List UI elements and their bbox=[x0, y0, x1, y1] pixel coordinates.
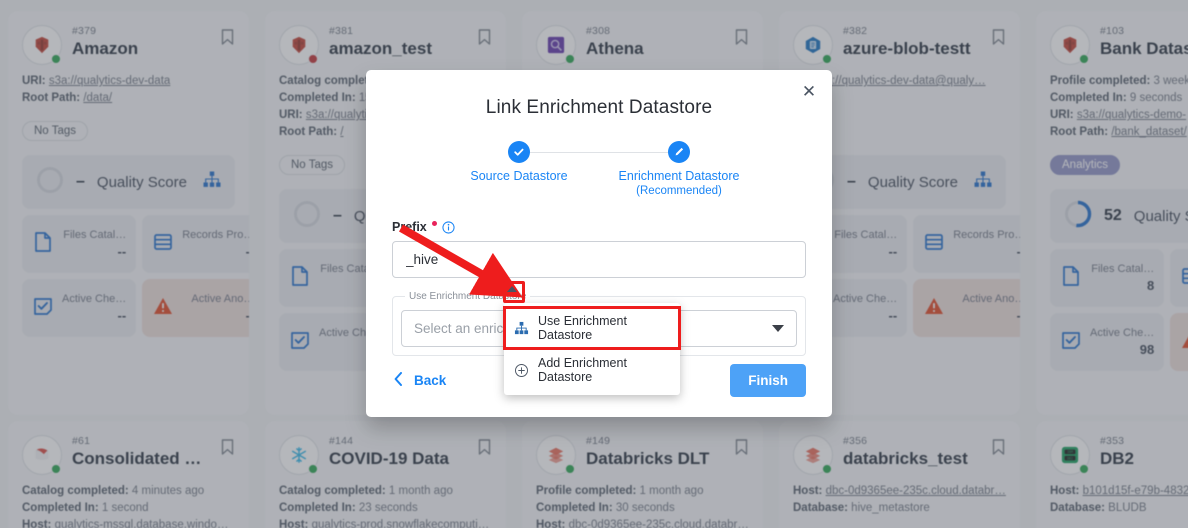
plus-circle-icon bbox=[514, 363, 529, 378]
wizard-stepper: Source Datastore Enrichment Datastore (R… bbox=[399, 141, 799, 198]
chevron-up-icon[interactable] bbox=[507, 286, 517, 292]
back-button[interactable]: Back bbox=[392, 368, 448, 393]
app-root: #379AmazonURI: s3a://qualytics-dev-dataR… bbox=[0, 0, 1188, 528]
check-icon bbox=[508, 141, 530, 163]
dropdown-item-label: Use Enrichment Datastore bbox=[538, 314, 670, 342]
hierarchy-icon bbox=[514, 321, 529, 336]
step-sublabel: (Recommended) bbox=[599, 184, 759, 198]
modal-title: Link Enrichment Datastore bbox=[392, 70, 806, 119]
step-enrichment-datastore[interactable]: Enrichment Datastore (Recommended) bbox=[599, 141, 759, 198]
close-icon[interactable]: ✕ bbox=[796, 79, 822, 105]
annotation-highlight-box bbox=[503, 281, 525, 303]
dropdown-item-label: Add Enrichment Datastore bbox=[538, 356, 670, 384]
dropdown-item-use-enrichment-datastore[interactable]: Use Enrichment Datastore bbox=[504, 307, 680, 349]
chevron-down-icon[interactable] bbox=[772, 325, 784, 332]
step-source-datastore[interactable]: Source Datastore bbox=[439, 141, 599, 184]
step-label: Enrichment Datastore bbox=[599, 169, 759, 184]
prefix-label-text: Prefix bbox=[392, 220, 427, 234]
pencil-icon bbox=[668, 141, 690, 163]
step-label: Source Datastore bbox=[439, 169, 599, 184]
info-icon[interactable] bbox=[442, 221, 455, 234]
required-indicator bbox=[432, 221, 437, 226]
enrichment-datastore-dropdown-menu: Use Enrichment Datastore Add Enrichment … bbox=[504, 303, 680, 395]
prefix-label: Prefix bbox=[392, 220, 806, 234]
chevron-left-icon bbox=[394, 372, 403, 389]
dropdown-item-add-enrichment-datastore[interactable]: Add Enrichment Datastore bbox=[504, 349, 680, 391]
prefix-input[interactable] bbox=[392, 241, 806, 278]
finish-button[interactable]: Finish bbox=[730, 364, 806, 397]
back-button-label: Back bbox=[414, 373, 446, 388]
